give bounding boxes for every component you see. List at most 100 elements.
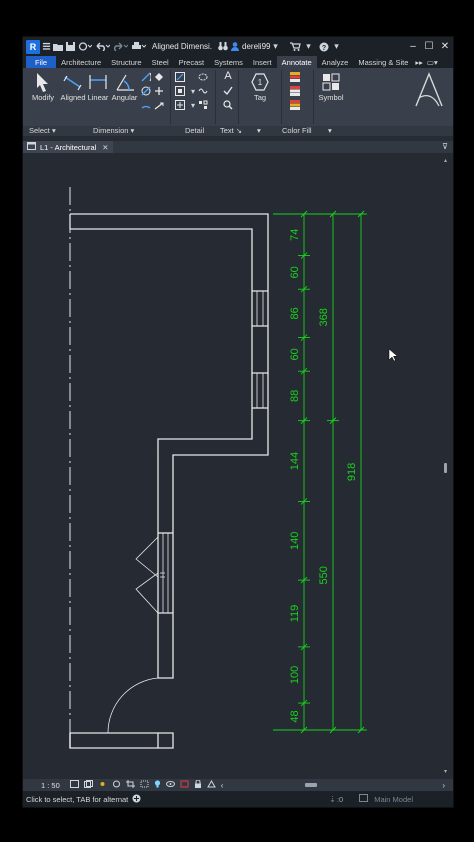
dimension-value[interactable]: 100 (289, 666, 301, 684)
spot-slope-icon[interactable] (154, 100, 164, 110)
dimension-value[interactable]: 119 (289, 605, 301, 623)
analytical-model-icon[interactable] (206, 780, 216, 790)
check-spelling-icon[interactable] (223, 86, 233, 96)
save-icon[interactable] (64, 40, 76, 54)
scroll-down-icon[interactable]: ▾ (444, 768, 447, 775)
username[interactable]: dereli99 (242, 42, 270, 51)
angular-dimension-button[interactable]: Angular (111, 71, 138, 102)
region-icon[interactable] (175, 86, 185, 96)
print-icon[interactable] (130, 40, 148, 54)
worksharing-icon[interactable] (132, 794, 141, 805)
aligned-dimension-button[interactable]: Aligned (60, 71, 86, 102)
tab-systems[interactable]: Systems (209, 56, 248, 68)
lock-view-icon[interactable] (194, 779, 202, 790)
shadows-icon[interactable] (112, 780, 121, 790)
chevron-down-icon[interactable]: ▾ (270, 40, 280, 54)
panel-text[interactable]: Text ↘ (220, 126, 242, 136)
detail-group-icon[interactable] (175, 100, 185, 110)
user-icon[interactable] (230, 40, 240, 54)
tab-annotate[interactable]: Annotate (276, 56, 317, 68)
tab-file[interactable]: File (26, 56, 57, 68)
lightbulb-icon[interactable] (154, 780, 161, 790)
tab-precast[interactable]: Precast (174, 56, 209, 68)
panel-tag-menu[interactable]: ▾ (257, 126, 261, 136)
color-fill-legend-icon[interactable] (290, 72, 300, 82)
panel-dimension[interactable]: Dimension ▾ (93, 126, 134, 136)
show-crop-icon[interactable] (140, 780, 149, 790)
panel-symbol-menu[interactable]: ▾ (328, 126, 332, 136)
dimension-value[interactable]: 48 (289, 710, 301, 722)
minimize-button[interactable]: – (405, 41, 421, 52)
dimension-group-368[interactable]: 368 (318, 308, 330, 326)
spot-elevation-icon[interactable] (154, 72, 164, 82)
dimension-value[interactable]: 144 (289, 452, 301, 470)
close-button[interactable]: ✕ (437, 41, 453, 52)
dimension-value[interactable]: 60 (289, 266, 301, 278)
binoculars-icon[interactable] (216, 40, 230, 54)
chevron-down-icon[interactable]: ▾ (332, 40, 340, 54)
crop-view-icon[interactable] (125, 780, 135, 790)
linear-dimension-button[interactable]: Linear (86, 71, 110, 102)
reveal-hidden-icon[interactable] (180, 780, 189, 790)
symbol-button[interactable]: Symbol (315, 71, 347, 102)
detail-line-icon[interactable] (175, 72, 185, 82)
spot-coordinate-icon[interactable] (154, 86, 164, 96)
pipe-legend-icon[interactable] (290, 100, 300, 110)
temporary-hide-icon[interactable] (165, 780, 175, 790)
revision-cloud-icon[interactable] (198, 72, 208, 82)
open-icon[interactable] (52, 40, 64, 54)
scroll-left-icon[interactable]: ‹ (221, 781, 224, 790)
scrollbar-thumb[interactable] (444, 463, 447, 473)
duct-legend-icon[interactable] (290, 86, 300, 96)
help-icon[interactable]: ? (316, 40, 332, 54)
tag-button[interactable]: 1 Tag (247, 71, 273, 102)
tab-massing-site[interactable]: Massing & Site (353, 56, 413, 68)
filter-icon[interactable] (359, 794, 369, 804)
horizontal-scrollbar-thumb[interactable] (305, 783, 318, 787)
modify-button[interactable]: Modify (29, 71, 57, 102)
panel-select[interactable]: Select ▾ (29, 126, 56, 136)
sync-icon[interactable] (76, 40, 94, 54)
insulation-icon[interactable] (198, 86, 208, 96)
chevron-down-icon[interactable]: ▾ (188, 100, 198, 110)
text-tool-icon[interactable]: A (223, 70, 233, 82)
tab-analyze[interactable]: Analyze (317, 56, 354, 68)
radial-dimension-icon[interactable] (141, 72, 151, 82)
dimension-value[interactable]: 86 (289, 307, 301, 319)
dimension-value[interactable]: 140 (289, 532, 301, 550)
view-tab[interactable]: L1 - Architectural ✕ (23, 141, 113, 153)
ribbon-toggle-icon[interactable]: ▭▾ (425, 56, 440, 68)
tab-steel[interactable]: Steel (147, 56, 174, 68)
diameter-dimension-icon[interactable] (141, 86, 151, 96)
vertical-scrollbar[interactable]: ▴ ▾ (444, 157, 449, 775)
sun-path-icon[interactable] (98, 780, 107, 790)
tab-architecture[interactable]: Architecture (56, 56, 106, 68)
chevron-down-icon[interactable]: ▾ (304, 40, 312, 54)
scale-label[interactable]: 1 : 50 (41, 781, 60, 790)
tab-insert[interactable]: Insert (248, 56, 277, 68)
home-icon[interactable] (40, 40, 52, 54)
tab-menu-icon[interactable]: ⊽ (442, 142, 448, 151)
drawing-canvas[interactable]: 74 60 86 60 88 144 140 119 100 48 368 550 918 ▴ ▾ (23, 153, 453, 779)
redo-icon[interactable] (112, 40, 130, 54)
component-icon[interactable] (198, 100, 208, 110)
detail-level-icon[interactable] (69, 780, 79, 790)
chevron-down-icon[interactable]: ▾ (188, 86, 198, 96)
cart-icon[interactable] (286, 40, 304, 54)
close-icon[interactable]: ✕ (102, 143, 108, 152)
dimension-value[interactable]: 74 (289, 229, 301, 241)
dimension-value[interactable]: 88 (289, 390, 301, 402)
arc-length-dimension-icon[interactable] (141, 100, 151, 110)
horizontal-scrollbar[interactable] (229, 783, 436, 787)
dimension-group-550[interactable]: 550 (318, 566, 330, 584)
tab-overflow-icon[interactable]: ▸▸ (413, 56, 425, 68)
visual-style-icon[interactable] (83, 780, 93, 790)
maximize-button[interactable]: ☐ (421, 41, 437, 52)
dimension-total[interactable]: 918 (346, 463, 358, 481)
app-logo[interactable]: R (26, 39, 40, 54)
design-options-icon[interactable]: ⇣ (329, 795, 336, 804)
dimension-value[interactable]: 60 (289, 348, 301, 360)
tab-structure[interactable]: Structure (106, 56, 146, 68)
scroll-up-icon[interactable]: ▴ (444, 157, 447, 164)
active-model[interactable]: Main Model (374, 795, 413, 804)
